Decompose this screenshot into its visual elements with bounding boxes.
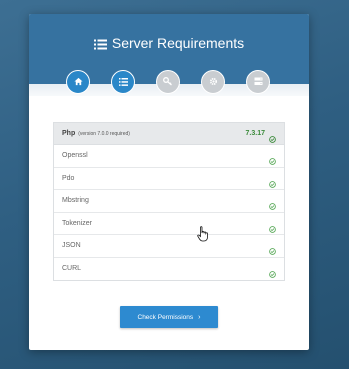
page-title-text: Server Requirements <box>111 35 245 51</box>
step-home[interactable] <box>66 70 90 94</box>
step-requirements[interactable] <box>111 70 135 94</box>
check-permissions-label: Check Permissions <box>137 313 194 321</box>
extension-name: JSON <box>62 242 81 250</box>
extension-name: Pdo <box>62 174 75 182</box>
extension-name: Tokenizer <box>62 219 92 227</box>
php-current-version: 7.3.17 <box>245 130 265 137</box>
php-requirement-row: Php (version 7.0.0 required) 7.3.17 <box>54 123 284 145</box>
extension-row: JSON <box>54 235 284 258</box>
extension-row: Tokenizer <box>54 213 284 235</box>
check-circle-icon <box>269 197 276 211</box>
list-icon <box>118 73 128 91</box>
extension-row: Openssl <box>54 145 284 168</box>
check-circle-icon <box>269 265 276 279</box>
check-circle-icon <box>269 220 276 233</box>
php-label: Php <box>62 130 76 137</box>
installer-card: Server Requirements Php (version 7.0.0 r… <box>29 14 309 350</box>
step-permissions[interactable] <box>156 70 180 94</box>
extension-name: CURL <box>62 265 82 273</box>
hand-pointer-cursor-icon <box>197 226 209 242</box>
extension-name: Mbstring <box>62 197 89 205</box>
extension-row: CURL <box>54 258 284 281</box>
php-required-version: (version 7.0.0 required) <box>78 130 130 137</box>
requirements-table: Php (version 7.0.0 required) 7.3.17 Open… <box>53 122 285 281</box>
check-permissions-button[interactable]: Check Permissions › <box>120 306 218 328</box>
extension-row: Pdo <box>54 168 284 190</box>
check-circle-icon <box>269 175 276 188</box>
check-circle-icon <box>269 152 276 166</box>
server-icon <box>254 73 263 91</box>
gear-icon <box>209 73 218 91</box>
extension-name: Openssl <box>62 152 88 160</box>
list-icon <box>93 36 107 54</box>
home-icon <box>73 73 83 91</box>
chevron-right-icon: › <box>198 313 201 321</box>
step-finish[interactable] <box>246 70 270 94</box>
key-icon <box>163 73 173 91</box>
step-indicator <box>29 70 309 96</box>
check-circle-icon <box>269 130 276 143</box>
step-settings[interactable] <box>201 70 225 94</box>
check-circle-icon <box>269 242 276 256</box>
page-title: Server Requirements <box>29 34 309 54</box>
extension-row: Mbstring <box>54 190 284 213</box>
